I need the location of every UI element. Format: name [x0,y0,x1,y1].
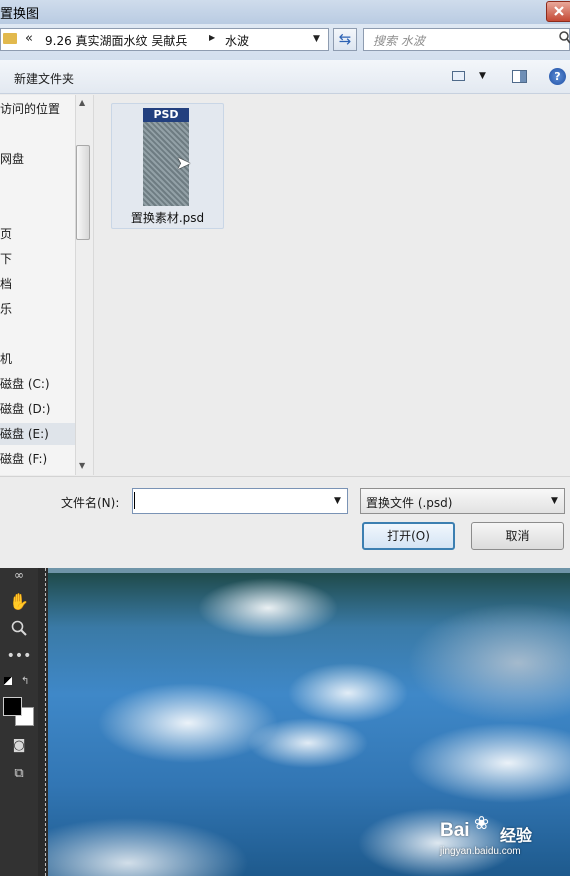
filename-label: 文件名(N): [61,496,120,510]
panel-divider [45,568,46,876]
help-icon[interactable]: ? [549,68,566,85]
breadcrumb-item-parent[interactable]: 9.26 真实湖面水纹 吴献兵 [45,32,187,49]
nav-item-drive-d[interactable]: 磁盘 (D:) [0,400,50,417]
filename-dropdown-icon[interactable]: ▼ [334,496,341,506]
cancel-button[interactable]: 取消 [471,522,564,550]
nav-scrollbar-thumb[interactable] [76,145,90,240]
watermark-url: jingyan.baidu.com [440,846,521,857]
text-caret [134,492,135,509]
file-name-label[interactable]: 置换素材.psd [111,209,224,226]
zoom-tool-icon[interactable] [6,620,32,640]
search-icon[interactable] [559,31,570,49]
breadcrumb-overflow-chevron[interactable]: « [25,31,33,46]
nav-item-cloud-drive[interactable]: 网盘 [0,150,24,167]
nav-item-drive-f[interactable]: 磁盘 (F:) [0,450,47,467]
refresh-icon: ⇆ [338,30,352,48]
filename-input[interactable] [132,488,348,514]
nav-item-library-5[interactable]: 档 [0,275,12,292]
mouse-cursor-icon: ➤ [176,153,192,174]
folder-icon [3,33,17,44]
address-bar[interactable]: « 9.26 真实湖面水纹 吴献兵 ▶ 水波 ▼ [0,28,329,51]
close-button[interactable] [546,1,570,22]
scroll-up-icon[interactable]: ▲ [79,98,85,107]
open-button[interactable]: 打开(O) [362,522,455,550]
canvas-lake-photo[interactable] [48,573,570,876]
baidu-paw-icon: ❀ [474,813,490,834]
filetype-dropdown-icon[interactable]: ▼ [551,496,558,506]
nav-item-library-4[interactable]: 下 [0,250,12,267]
open-file-dialog: 置换图 « 9.26 真实湖面水纹 吴献兵 ▶ 水波 ▼ ⇆ 搜索 水波 新建文… [0,0,570,568]
foreground-color-swatch[interactable] [3,697,22,716]
close-icon [554,6,564,16]
more-tools-icon[interactable]: ••• [6,648,32,664]
quick-mask-icon[interactable]: ◙ [6,738,32,753]
filetype-value: 置换文件 (.psd) [366,496,453,510]
view-dropdown-icon[interactable]: ▼ [479,71,486,81]
preview-pane-icon[interactable] [512,70,527,83]
new-folder-button[interactable]: 新建文件夹 [14,70,74,87]
hand-tool-icon[interactable]: ✋ [6,592,32,611]
nav-item-recent-places[interactable]: 访问的位置 [0,100,60,117]
search-placeholder: 搜索 水波 [373,34,425,48]
nav-item-library-3[interactable]: 页 [0,225,12,242]
search-input[interactable]: 搜索 水波 [363,28,570,51]
refresh-button[interactable]: ⇆ [333,28,357,51]
watermark-suffix: 经验 [500,826,533,845]
nav-item-computer[interactable]: 机 [0,350,12,367]
title-bar[interactable]: 置换图 [0,0,570,24]
nav-item-library-6[interactable]: 乐 [0,300,12,317]
dialog-title: 置换图 [0,7,40,22]
watermark-logo: Bai [440,820,470,841]
screen-mode-icon[interactable]: ⧉ [6,766,32,781]
address-dropdown-icon[interactable]: ▼ [313,34,320,44]
nav-item-drive-e[interactable]: 磁盘 (E:) [0,423,76,445]
breadcrumb-separator-icon[interactable]: ▶ [209,33,215,42]
breadcrumb-item-current[interactable]: 水波 [225,32,249,49]
scroll-down-icon[interactable]: ▼ [79,461,85,470]
nav-item-drive-c[interactable]: 磁盘 (C:) [0,375,50,392]
default-colors-icon[interactable] [4,677,12,685]
swap-colors-icon[interactable]: ↰ [21,676,29,687]
psd-badge: PSD [143,108,189,122]
link-tool-icon[interactable]: ∞ [6,568,32,582]
dialog-toolbar: 新建文件夹 ▼ ? [0,60,570,94]
view-options-icon[interactable] [452,71,465,81]
